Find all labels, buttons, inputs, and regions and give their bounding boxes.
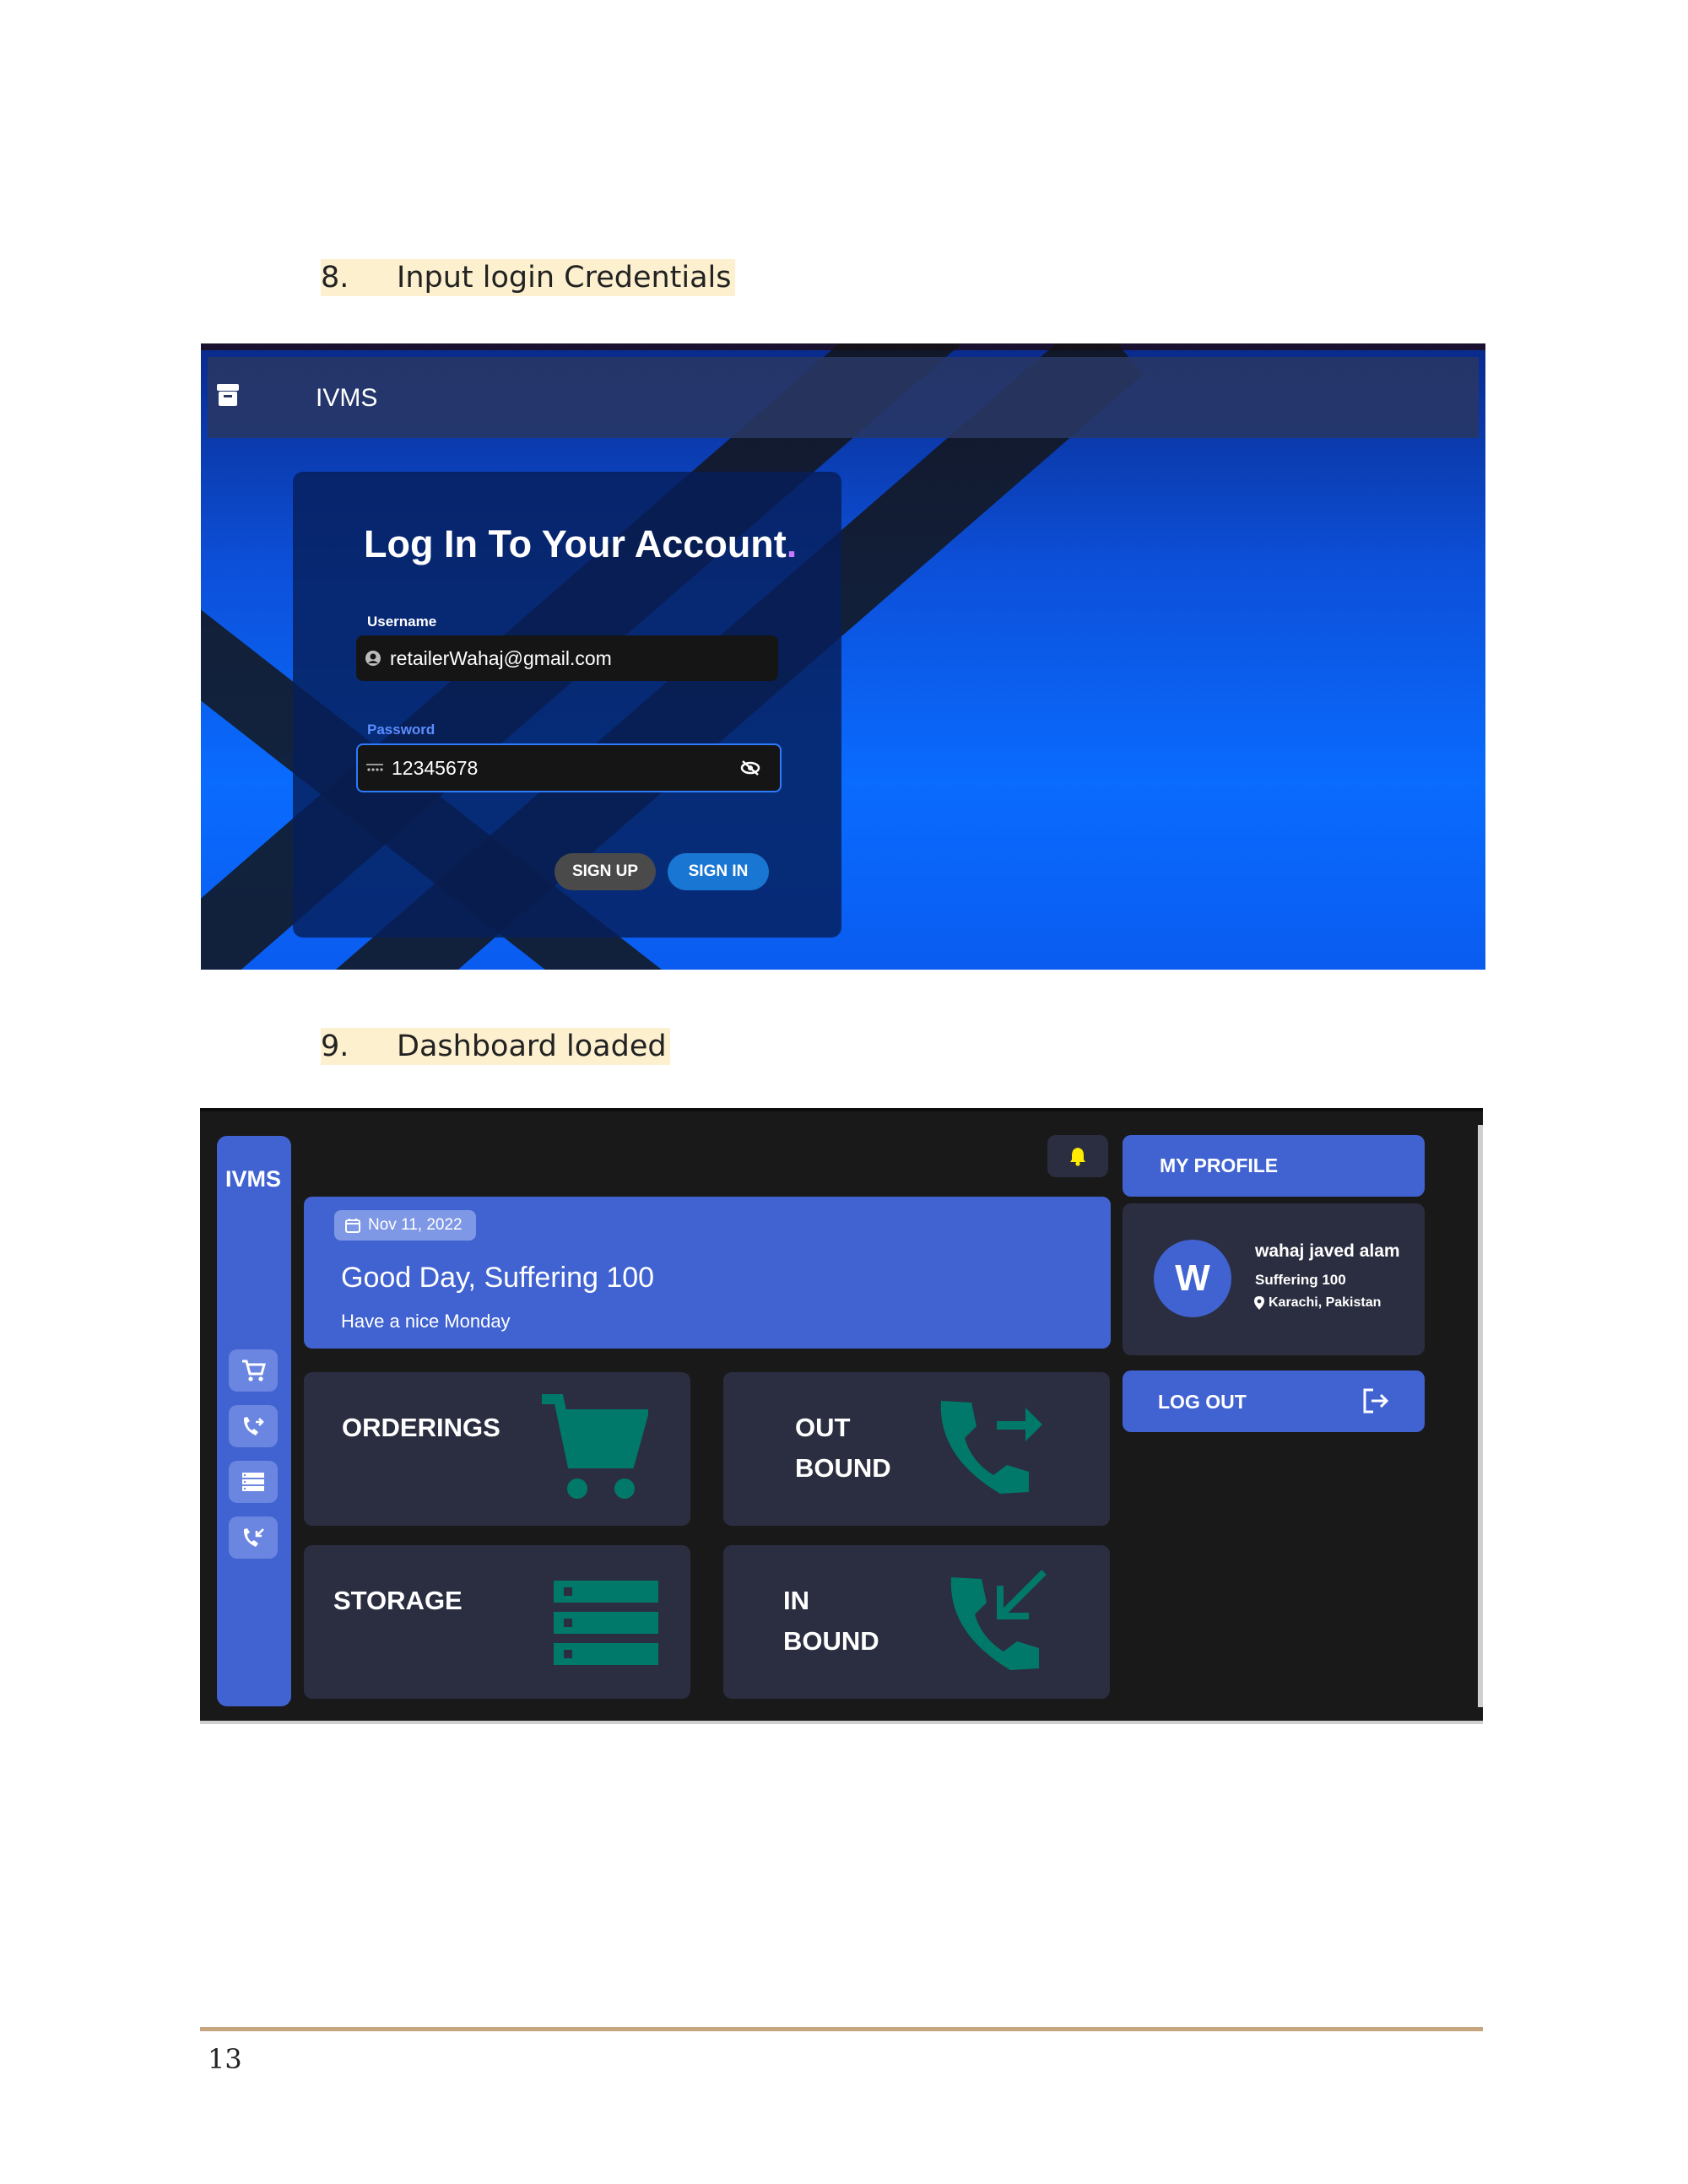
login-heading: Log In To Your Account. [364, 522, 797, 566]
app-title: IVMS [316, 384, 378, 412]
page-number: 13 [208, 2043, 242, 2075]
tile-label-line: OUT [795, 1413, 851, 1442]
username-field[interactable]: retailerWahaj@gmail.com [356, 635, 778, 681]
calendar-icon [345, 1219, 360, 1233]
sign-in-button[interactable]: SIGN IN [668, 853, 769, 890]
app-bar: IVMS [208, 357, 1479, 438]
outbound-call-icon [940, 1401, 1042, 1494]
logout-button[interactable]: LOG OUT [1123, 1370, 1425, 1432]
tile-label: OUT BOUND [795, 1408, 891, 1489]
caption-step-8: 8. Input login Credentials [321, 259, 735, 296]
sidebar-item-outbound[interactable] [229, 1405, 278, 1447]
caption-text: Input login Credentials [397, 261, 732, 295]
sidebar: IVMS [217, 1136, 291, 1706]
dashboard-screenshot: IVMS Nov 11, 2022 Good Day, Suffering 10… [200, 1108, 1483, 1724]
login-heading-text: Log In To Your Account [364, 522, 787, 565]
outbound-tile[interactable]: OUT BOUND [723, 1372, 1110, 1526]
profile-name: wahaj javed alam [1255, 1241, 1400, 1261]
storage-list-icon [554, 1581, 658, 1665]
logout-label: LOG OUT [1158, 1391, 1247, 1413]
sidebar-item-storage[interactable] [229, 1461, 278, 1503]
greeting-subtext: Have a nice Monday [341, 1311, 511, 1332]
sidebar-item-orderings[interactable] [229, 1349, 278, 1392]
my-profile-header[interactable]: MY PROFILE [1123, 1135, 1425, 1197]
bell-icon [1070, 1148, 1085, 1166]
date-text: Nov 11, 2022 [368, 1216, 463, 1234]
tile-label: IN BOUND [783, 1581, 879, 1662]
welcome-banner: Nov 11, 2022 Good Day, Suffering 100 Hav… [304, 1197, 1111, 1349]
tile-label: STORAGE [333, 1586, 463, 1615]
avatar: W [1154, 1240, 1231, 1317]
notifications-button[interactable] [1047, 1135, 1108, 1177]
location-pin-icon [1254, 1296, 1264, 1310]
sidebar-title: IVMS [225, 1166, 282, 1192]
password-value: 12345678 [392, 756, 479, 779]
login-card: Log In To Your Account. Username retaile… [293, 472, 841, 938]
profile-location-text: Karachi, Pakistan [1269, 1295, 1382, 1310]
password-label: Password [367, 722, 436, 738]
tile-label: ORDERINGS [342, 1413, 500, 1442]
outbound-call-icon [243, 1417, 264, 1435]
cart-icon [242, 1360, 266, 1381]
footer-rule [200, 2027, 1483, 2031]
greeting: Good Day, Suffering 100 [341, 1262, 655, 1294]
inbound-tile[interactable]: IN BOUND [723, 1545, 1110, 1699]
login-screenshot: IVMS Log In To Your Account. Username re… [201, 343, 1485, 970]
tile-label-line: BOUND [795, 1453, 891, 1483]
caption-number: 8. [321, 261, 349, 295]
profile-role: Suffering 100 [1255, 1272, 1346, 1288]
profile-card: W wahaj javed alam Suffering 100 Karachi… [1123, 1203, 1425, 1355]
username-label: Username [367, 614, 437, 630]
archive-icon[interactable] [216, 382, 240, 408]
sign-up-button[interactable]: SIGN UP [555, 853, 656, 890]
account-circle-icon [356, 650, 390, 667]
orderings-tile[interactable]: ORDERINGS [304, 1372, 690, 1526]
heading-accent-dot: . [786, 522, 798, 565]
caption-number: 9. [321, 1030, 349, 1063]
caption-step-9: 9. Dashboard loaded [321, 1028, 670, 1065]
inbound-call-icon [950, 1570, 1047, 1670]
password-dots-icon [358, 763, 392, 773]
visibility-off-icon[interactable] [721, 760, 780, 776]
date-chip: Nov 11, 2022 [334, 1210, 476, 1241]
frame-edge [200, 1108, 1483, 1111]
sidebar-item-inbound[interactable] [229, 1516, 278, 1559]
inbound-call-icon [243, 1528, 264, 1547]
list-icon [242, 1473, 264, 1491]
scrollbar[interactable] [1478, 1125, 1483, 1707]
storage-tile[interactable]: STORAGE [304, 1545, 690, 1699]
password-field[interactable]: 12345678 [356, 743, 782, 792]
username-value: retailerWahaj@gmail.com [390, 646, 612, 669]
profile-location: Karachi, Pakistan [1253, 1295, 1381, 1311]
tile-label-line: IN [783, 1586, 809, 1615]
cart-icon [542, 1394, 648, 1499]
frame-edge [200, 1721, 1483, 1724]
caption-text: Dashboard loaded [397, 1030, 667, 1063]
logout-icon [1363, 1388, 1389, 1414]
tile-label-line: BOUND [783, 1626, 879, 1656]
